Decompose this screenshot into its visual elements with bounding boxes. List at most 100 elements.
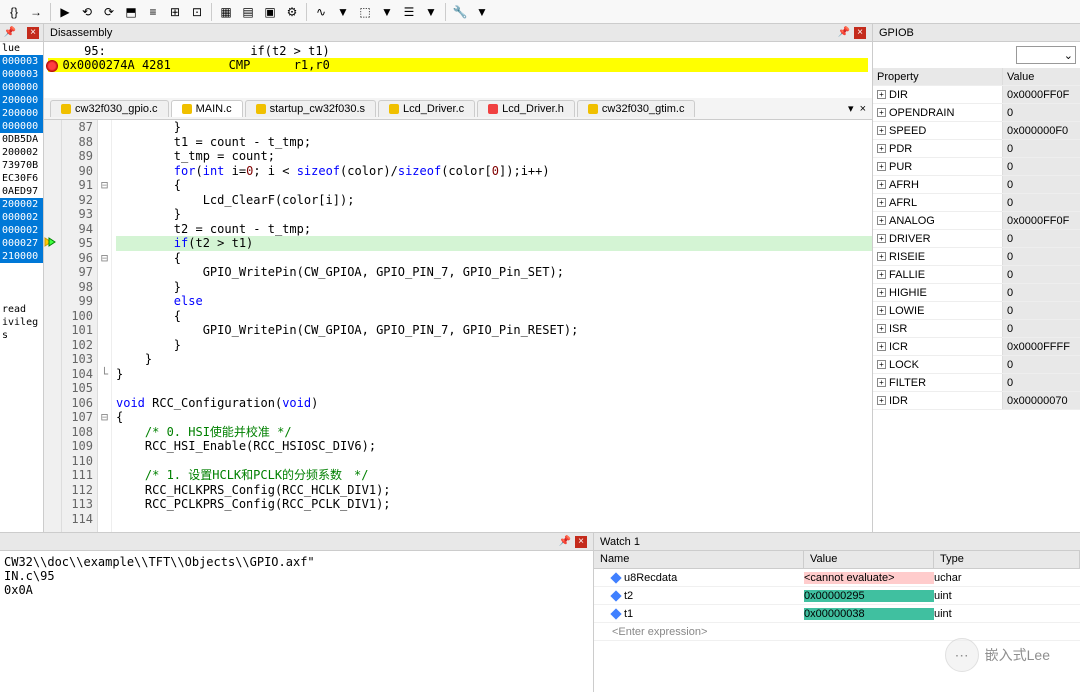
fold-marker[interactable] [98, 483, 111, 498]
breakpoint-gutter[interactable] [44, 512, 61, 527]
toolbar-button[interactable]: ▼ [333, 2, 353, 22]
file-tab[interactable]: cw32f030_gtim.c [577, 100, 696, 117]
toolbar-button[interactable]: ⟲ [77, 2, 97, 22]
toolbar-button[interactable]: ⟳ [99, 2, 119, 22]
file-tab[interactable]: MAIN.c [171, 100, 243, 117]
toolbar-button[interactable]: ⚙ [282, 2, 302, 22]
file-tab[interactable]: startup_cw32f030.s [245, 100, 376, 117]
expand-icon[interactable]: + [877, 144, 886, 153]
code-line[interactable] [116, 512, 872, 527]
expand-icon[interactable]: + [877, 306, 886, 315]
expand-icon[interactable]: + [877, 378, 886, 387]
fold-marker[interactable] [98, 497, 111, 512]
close-icon[interactable]: × [575, 536, 587, 548]
expand-icon[interactable]: + [877, 162, 886, 171]
code-line[interactable]: } [116, 367, 872, 382]
code-line[interactable]: RCC_PCLKPRS_Config(RCC_PCLK_DIV1); [116, 497, 872, 512]
tab-menu-icon[interactable]: ▾ [848, 102, 854, 115]
code-line[interactable]: t_tmp = count; [116, 149, 872, 164]
expand-icon[interactable]: + [877, 342, 886, 351]
code-editor[interactable]: 8788899091929394959697989910010110210310… [44, 120, 872, 532]
breakpoint-gutter[interactable] [44, 410, 61, 425]
expand-icon[interactable]: + [877, 198, 886, 207]
fold-marker[interactable] [98, 352, 111, 367]
property-row[interactable]: +FALLIE0 [873, 266, 1080, 284]
fold-marker[interactable] [98, 265, 111, 280]
fold-marker[interactable] [98, 222, 111, 237]
breakpoint-gutter[interactable] [44, 207, 61, 222]
property-row[interactable]: +LOCK0 [873, 356, 1080, 374]
fold-marker[interactable] [98, 135, 111, 150]
fold-marker[interactable]: └ [98, 367, 111, 382]
code-line[interactable]: Lcd_ClearF(color[i]); [116, 193, 872, 208]
close-icon[interactable]: × [27, 27, 39, 39]
fold-marker[interactable]: ⊟ [98, 251, 111, 266]
code-line[interactable]: { [116, 410, 872, 425]
fold-marker[interactable] [98, 193, 111, 208]
breakpoint-gutter[interactable] [44, 454, 61, 469]
toolbar-button[interactable]: ▤ [238, 2, 258, 22]
pin-icon[interactable]: 📌 [838, 27, 850, 39]
fold-marker[interactable]: ⊟ [98, 178, 111, 193]
toolbar-button[interactable]: ≡ [143, 2, 163, 22]
expand-icon[interactable]: + [877, 180, 886, 189]
fold-marker[interactable] [98, 425, 111, 440]
fold-marker[interactable] [98, 280, 111, 295]
breakpoint-gutter[interactable] [44, 135, 61, 150]
breakpoint-gutter[interactable] [44, 367, 61, 382]
property-row[interactable]: +FILTER0 [873, 374, 1080, 392]
code-line[interactable]: } [116, 280, 872, 295]
toolbar-button[interactable]: {} [4, 2, 24, 22]
breakpoint-gutter[interactable] [44, 222, 61, 237]
code-line[interactable]: else [116, 294, 872, 309]
property-row[interactable]: +RISEIE0 [873, 248, 1080, 266]
breakpoint-gutter[interactable] [44, 251, 61, 266]
expand-icon[interactable]: + [877, 108, 886, 117]
close-icon[interactable]: × [854, 27, 866, 39]
file-tab[interactable]: cw32f030_gpio.c [50, 100, 169, 117]
breakpoint-gutter[interactable] [44, 497, 61, 512]
code-line[interactable]: /* 0. HSI使能并校准 */ [116, 425, 872, 440]
breakpoint-gutter[interactable] [44, 294, 61, 309]
property-row[interactable]: +ANALOG0x0000FF0F [873, 212, 1080, 230]
breakpoint-icon[interactable] [46, 60, 58, 72]
code-line[interactable]: void RCC_Configuration(void) [116, 396, 872, 411]
watch-row[interactable]: u8Recdata<cannot evaluate>uchar [594, 569, 1080, 587]
code-line[interactable]: /* 1. 设置HCLK和PCLK的分频系数 */ [116, 468, 872, 483]
breakpoint-gutter[interactable] [44, 265, 61, 280]
expand-icon[interactable]: + [877, 288, 886, 297]
code-line[interactable]: } [116, 120, 872, 135]
fold-marker[interactable] [98, 309, 111, 324]
toolbar-button[interactable]: → [26, 2, 46, 22]
toolbar-button[interactable]: ⊞ [165, 2, 185, 22]
code-line[interactable]: { [116, 309, 872, 324]
code-line[interactable] [116, 381, 872, 396]
property-row[interactable]: +SPEED0x000000F0 [873, 122, 1080, 140]
code-line[interactable]: RCC_HCLKPRS_Config(RCC_HCLK_DIV1); [116, 483, 872, 498]
code-line[interactable]: GPIO_WritePin(CW_GPIOA, GPIO_PIN_7, GPIO… [116, 265, 872, 280]
file-tab[interactable]: Lcd_Driver.h [477, 100, 575, 117]
breakpoint-gutter[interactable] [44, 381, 61, 396]
breakpoint-gutter[interactable] [44, 164, 61, 179]
fold-marker[interactable] [98, 381, 111, 396]
pin-icon[interactable]: 📌 [4, 27, 16, 39]
fold-marker[interactable] [98, 164, 111, 179]
property-row[interactable]: +ISR0 [873, 320, 1080, 338]
toolbar-button[interactable]: ⬒ [121, 2, 141, 22]
expand-icon[interactable]: + [877, 234, 886, 243]
code-line[interactable]: } [116, 338, 872, 353]
watch-row[interactable]: t10x00000038uint [594, 605, 1080, 623]
toolbar-button[interactable]: ▼ [377, 2, 397, 22]
breakpoint-gutter[interactable] [44, 483, 61, 498]
breakpoint-gutter[interactable] [44, 468, 61, 483]
property-row[interactable]: +HIGHIE0 [873, 284, 1080, 302]
code-line[interactable]: t1 = count - t_tmp; [116, 135, 872, 150]
code-line[interactable]: t2 = count - t_tmp; [116, 222, 872, 237]
code-line[interactable] [116, 454, 872, 469]
property-row[interactable]: +AFRH0 [873, 176, 1080, 194]
breakpoint-gutter[interactable] [44, 149, 61, 164]
code-line[interactable]: { [116, 178, 872, 193]
expand-icon[interactable]: + [877, 252, 886, 261]
breakpoint-gutter[interactable] [44, 338, 61, 353]
pin-icon[interactable]: 📌 [559, 536, 571, 548]
